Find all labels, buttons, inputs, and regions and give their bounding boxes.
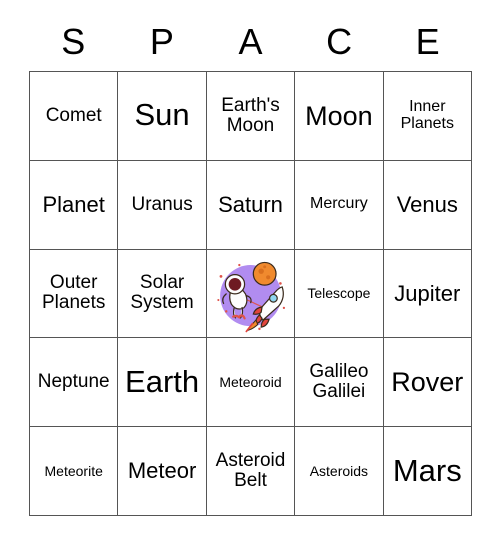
bingo-cell-label: Uranus [131,193,193,215]
bingo-cell-label: Earth's Moon [221,94,280,136]
bingo-cell[interactable]: Uranus [118,160,207,250]
bingo-cell[interactable]: Rover [383,338,472,428]
bingo-cell[interactable]: Planet [30,160,119,250]
bingo-cell[interactable]: Mercury [295,160,384,250]
bingo-cell-label: Comet [45,104,102,126]
bingo-cell[interactable]: Neptune [30,338,119,428]
bingo-cell[interactable]: Venus [383,160,472,250]
astronaut-rocket-planet-icon [206,249,295,338]
bingo-cell-label: Mars [392,452,462,488]
bingo-header: S P A C E [29,14,472,70]
bingo-cell-label: Meteor [127,458,197,484]
bingo-cell[interactable]: Saturn [206,160,296,250]
bingo-cell[interactable]: Outer Planets [30,249,119,339]
bingo-cell[interactable]: Mars [383,427,472,516]
bingo-cell[interactable]: Earth's Moon [206,72,296,161]
bingo-cell-label: Neptune [37,371,110,393]
bingo-cell-label: Galileo Galilei [309,361,369,403]
bingo-cell[interactable]: Meteor [118,427,207,516]
bingo-cell-label: Solar System [130,272,194,314]
bingo-grid: Comet Sun Earth's Moon Moon Inner Planet… [29,71,472,516]
bingo-cell-label: Earth [125,363,200,399]
bingo-free-space-cell[interactable] [206,249,296,339]
bingo-cell-label: Meteorite [44,462,103,479]
bingo-cell-label: Inner Planets [400,97,454,132]
bingo-cell-label: Asteroids [309,462,369,479]
bingo-cell[interactable]: Sun [118,72,207,161]
header-letter-2: P [149,21,174,62]
bingo-cell-label: Rover [391,366,464,397]
header-letter-4: C [326,21,353,62]
bingo-cell[interactable]: Jupiter [383,249,472,339]
bingo-cell-label: Planet [42,192,105,218]
bingo-cell[interactable]: Solar System [118,249,207,339]
bingo-card: S P A C E Comet Sun Earth's Moon Moon In… [0,0,500,544]
bingo-cell-label: Mercury [310,195,368,213]
bingo-cell-label: Outer Planets [42,272,106,314]
header-letter-3: A [238,21,263,62]
bingo-cell-label: Sun [134,97,190,133]
bingo-cell[interactable]: Meteorite [30,427,119,516]
bingo-cell-label: Saturn [218,192,283,218]
bingo-cell[interactable]: Meteoroid [206,338,296,428]
bingo-cell[interactable]: Telescope [295,249,384,339]
bingo-cell[interactable]: Inner Planets [383,72,472,161]
bingo-cell-label: Telescope [307,285,371,302]
bingo-cell-label: Venus [396,192,458,218]
bingo-cell[interactable]: Moon [295,72,384,161]
header-letter-1: S [61,21,86,62]
bingo-cell-label: Asteroid Belt [215,449,286,492]
bingo-cell[interactable]: Comet [30,72,119,161]
bingo-cell[interactable]: Asteroids [295,427,384,516]
header-letter-5: E [415,21,440,62]
bingo-cell-label: Jupiter [394,280,461,306]
bingo-cell-label: Meteoroid [219,373,282,390]
bingo-cell[interactable]: Earth [118,338,207,428]
bingo-cell-label: Moon [305,100,373,131]
bingo-cell[interactable]: Asteroid Belt [206,427,296,516]
bingo-cell[interactable]: Galileo Galilei [295,338,384,428]
